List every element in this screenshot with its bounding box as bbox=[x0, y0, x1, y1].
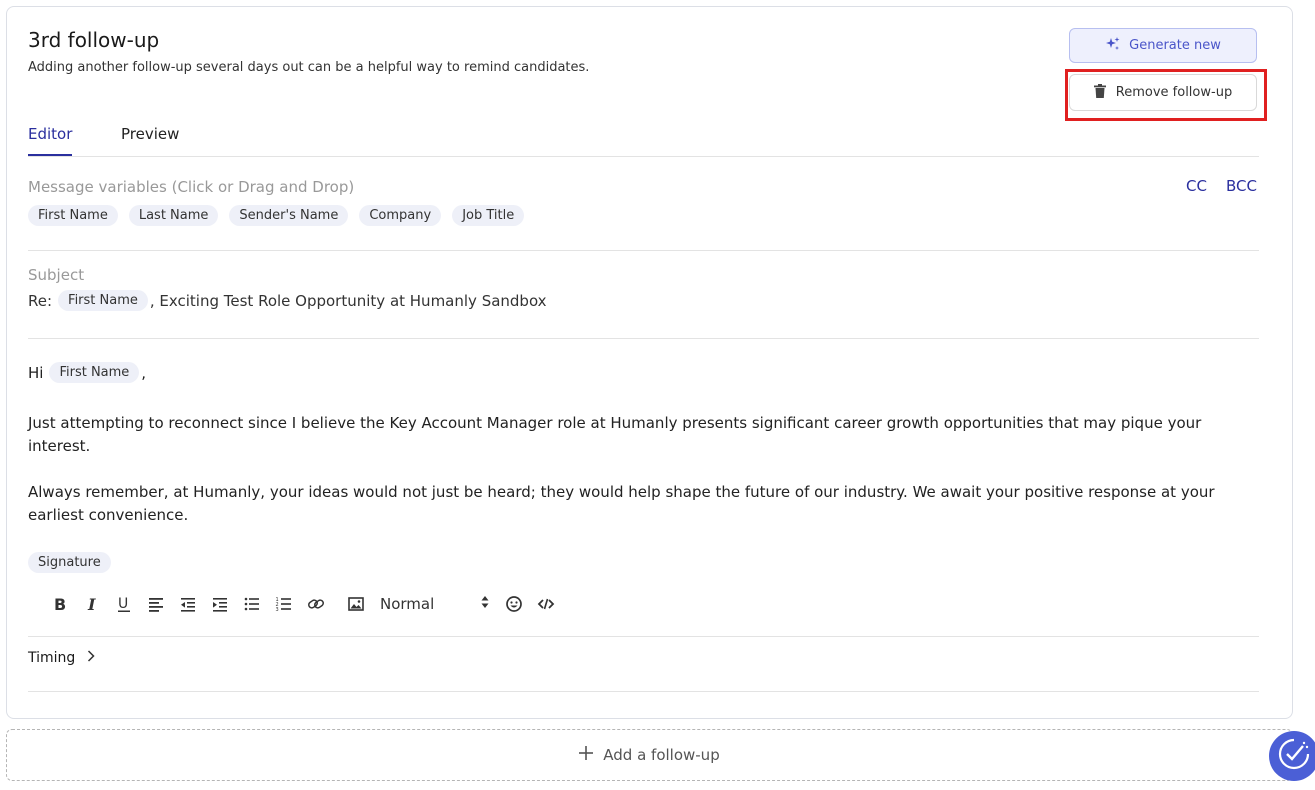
editor-toolbar: B I U 123 Normal bbox=[44, 590, 562, 618]
message-variables-label: Message variables (Click or Drag and Dro… bbox=[28, 178, 355, 196]
divider bbox=[28, 338, 1259, 339]
link-icon[interactable] bbox=[300, 590, 332, 618]
svg-text:U: U bbox=[118, 596, 128, 612]
underline-icon[interactable]: U bbox=[108, 590, 140, 618]
sparkle-icon bbox=[1105, 36, 1121, 56]
divider bbox=[28, 250, 1259, 251]
followup-subtitle: Adding another follow-up several days ou… bbox=[28, 60, 590, 75]
generate-new-button[interactable]: Generate new bbox=[1069, 28, 1257, 63]
image-icon[interactable] bbox=[340, 590, 372, 618]
svg-text:I: I bbox=[87, 595, 96, 613]
divider bbox=[28, 691, 1259, 692]
remove-followup-label: Remove follow-up bbox=[1115, 85, 1233, 100]
timing-label: Timing bbox=[28, 650, 76, 666]
bcc-link[interactable]: BCC bbox=[1226, 177, 1257, 195]
tab-editor[interactable]: Editor bbox=[28, 125, 73, 156]
divider bbox=[28, 636, 1259, 637]
body-paragraph-1[interactable]: Just attempting to reconnect since I bel… bbox=[28, 412, 1263, 458]
bullet-list-icon[interactable] bbox=[236, 590, 268, 618]
subject-label: Subject bbox=[28, 266, 85, 284]
variable-chip-job-title[interactable]: Job Title bbox=[452, 205, 525, 226]
tab-preview[interactable]: Preview bbox=[121, 125, 179, 143]
plus-icon bbox=[579, 746, 594, 764]
svg-text:B: B bbox=[54, 595, 66, 613]
subject-field[interactable]: Re: First Name , Exciting Test Role Oppo… bbox=[28, 290, 547, 311]
generate-new-label: Generate new bbox=[1129, 38, 1221, 53]
body-greeting: Hi First Name , bbox=[28, 362, 146, 383]
emoji-icon[interactable] bbox=[498, 590, 530, 618]
variable-chip-company[interactable]: Company bbox=[359, 205, 442, 226]
accessibility-check-icon bbox=[1277, 737, 1311, 775]
subject-text: , Exciting Test Role Opportunity at Huma… bbox=[149, 291, 547, 310]
variable-chip-senders-name[interactable]: Sender's Name bbox=[229, 205, 349, 226]
select-arrows-icon bbox=[480, 595, 490, 613]
trash-icon bbox=[1093, 83, 1106, 102]
timing-toggle[interactable]: Timing bbox=[28, 650, 95, 666]
greeting-chip-first-name[interactable]: First Name bbox=[49, 362, 140, 383]
variable-chip-last-name[interactable]: Last Name bbox=[128, 205, 219, 226]
outdent-icon[interactable] bbox=[172, 590, 204, 618]
text-format-value: Normal bbox=[380, 595, 435, 613]
bold-icon[interactable]: B bbox=[44, 590, 76, 618]
accessibility-widget-button[interactable] bbox=[1269, 731, 1315, 781]
code-icon[interactable] bbox=[530, 590, 562, 618]
greeting-comma: , bbox=[141, 363, 147, 382]
chevron-right-icon bbox=[87, 650, 95, 666]
align-icon[interactable] bbox=[140, 590, 172, 618]
subject-prefix: Re: bbox=[28, 291, 53, 310]
remove-followup-button[interactable]: Remove follow-up bbox=[1069, 74, 1257, 111]
numbered-list-icon[interactable]: 123 bbox=[268, 590, 300, 618]
add-followup-label: Add a follow-up bbox=[603, 746, 720, 764]
indent-icon[interactable] bbox=[204, 590, 236, 618]
variable-chip-first-name[interactable]: First Name bbox=[28, 205, 118, 226]
italic-icon[interactable]: I bbox=[76, 590, 108, 618]
subject-chip-first-name[interactable]: First Name bbox=[58, 290, 148, 311]
signature-chip[interactable]: Signature bbox=[28, 552, 111, 573]
editor-tabs: Editor Preview bbox=[28, 118, 1259, 157]
add-followup-button[interactable]: Add a follow-up bbox=[6, 729, 1293, 781]
body-paragraph-2[interactable]: Always remember, at Humanly, your ideas … bbox=[28, 481, 1263, 527]
svg-text:3: 3 bbox=[276, 607, 279, 613]
variable-chips: First Name Last Name Sender's Name Compa… bbox=[28, 205, 525, 226]
text-format-select[interactable]: Normal bbox=[372, 595, 498, 613]
followup-title: 3rd follow-up bbox=[28, 28, 160, 52]
signature-wrapper: Signature bbox=[28, 551, 111, 573]
cc-link[interactable]: CC bbox=[1186, 177, 1207, 195]
greeting-text: Hi bbox=[28, 363, 44, 382]
